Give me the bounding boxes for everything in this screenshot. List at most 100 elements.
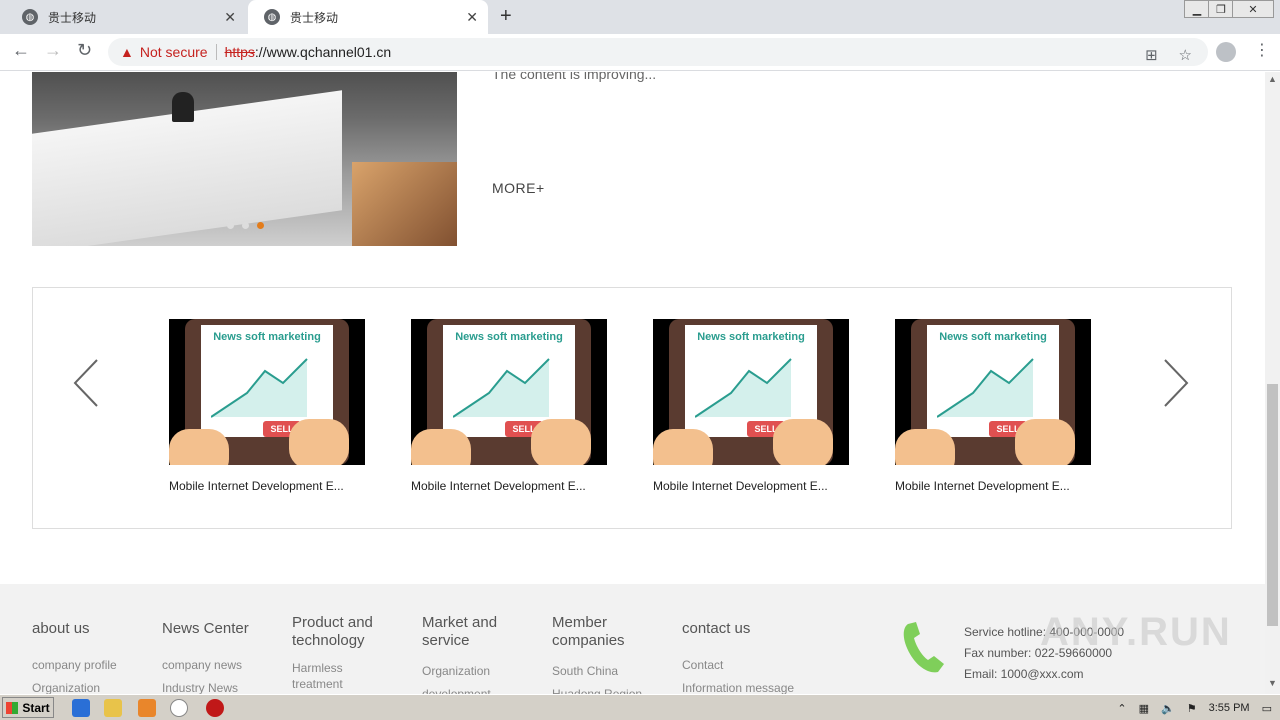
- tab-title: 贵士移动: [48, 10, 97, 25]
- footer-link[interactable]: Industry News: [162, 677, 292, 694]
- reload-icon[interactable]: ↻: [77, 40, 92, 61]
- scroll-up-icon[interactable]: ▲: [1268, 74, 1277, 84]
- footer-column-members: Member companies South China Huadong Reg…: [552, 614, 662, 694]
- footer-link[interactable]: Huadong Region: [552, 683, 662, 694]
- star-icon[interactable]: ☆: [1179, 47, 1192, 64]
- address-bar[interactable]: ▲ Not secure https://www.qchannel01.cn ⊞…: [108, 38, 1208, 66]
- news-card[interactable]: News soft marketing SELL Mobile Internet…: [895, 319, 1091, 493]
- start-button[interactable]: Start: [2, 697, 54, 718]
- footer-link[interactable]: development: [422, 683, 517, 694]
- translate-icon[interactable]: ⊞: [1145, 47, 1158, 64]
- footer-column-market: Market and service Organization developm…: [422, 614, 517, 694]
- footer-link[interactable]: company profile: [32, 654, 162, 677]
- media-player-icon[interactable]: [138, 699, 156, 717]
- footer-link[interactable]: Information message: [682, 677, 802, 694]
- hand-graphic: [169, 429, 229, 465]
- news-caption[interactable]: Mobile Internet Development E...: [895, 479, 1091, 493]
- news-card[interactable]: News soft marketing SELL Mobile Internet…: [411, 319, 607, 493]
- news-caption[interactable]: Mobile Internet Development E...: [653, 479, 849, 493]
- network-icon[interactable]: ▦: [1139, 702, 1149, 715]
- hand-graphic: [289, 419, 349, 465]
- hand-graphic: [1015, 419, 1075, 465]
- news-carousel: News soft marketing SELL Mobile Internet…: [32, 287, 1232, 529]
- flag-icon[interactable]: ⚑: [1187, 702, 1197, 715]
- carousel-prev-icon[interactable]: [71, 358, 101, 408]
- close-tab-icon[interactable]: ✕: [466, 9, 478, 26]
- news-caption[interactable]: Mobile Internet Development E...: [411, 479, 607, 493]
- tab-strip: ◍ 贵士移动 ✕ ◍ 贵士移动 ✕ + ▁ ❐ ✕: [0, 0, 1280, 34]
- scroll-down-icon[interactable]: ▼: [1268, 678, 1277, 688]
- close-tab-icon[interactable]: ✕: [224, 9, 236, 26]
- slider-dot-active[interactable]: [257, 222, 264, 229]
- footer-heading[interactable]: Market and service: [422, 614, 517, 650]
- back-arrow-icon[interactable]: ←: [12, 40, 30, 61]
- show-desktop-icon[interactable]: ▭: [1262, 702, 1272, 715]
- clock[interactable]: 3:55 PM: [1209, 702, 1250, 714]
- menu-kebab-icon[interactable]: ⋮: [1254, 40, 1270, 60]
- carousel-next-icon[interactable]: [1161, 358, 1191, 408]
- forward-arrow-icon[interactable]: →: [44, 40, 62, 61]
- footer-heading[interactable]: Member companies: [552, 614, 662, 650]
- close-window-button[interactable]: ✕: [1232, 0, 1274, 18]
- browser-tab-1[interactable]: ◍ 贵士移动 ✕: [6, 0, 246, 34]
- footer-link[interactable]: Organization: [422, 660, 517, 683]
- hand-graphic: [411, 429, 471, 465]
- news-card[interactable]: News soft marketing SELL Mobile Internet…: [653, 319, 849, 493]
- page-scrollbar[interactable]: ▲ ▼: [1265, 72, 1280, 694]
- anyrun-watermark: ANY.RUN: [1040, 610, 1232, 654]
- growth-chart-icon: [211, 358, 308, 418]
- security-label: Not secure: [139, 44, 208, 60]
- footer-heading[interactable]: contact us: [682, 614, 802, 644]
- hand-graphic: [773, 419, 833, 465]
- news-card[interactable]: News soft marketing SELL Mobile Internet…: [169, 319, 365, 493]
- omnibox-icons: ⊞ ☆: [1145, 46, 1192, 64]
- thumbnail-headline: News soft marketing: [939, 331, 1047, 343]
- hand-graphic: [653, 429, 713, 465]
- scrollbar-thumb[interactable]: [1267, 384, 1278, 626]
- footer-column-product: Product and technology Harmless treatmen…: [292, 614, 387, 692]
- new-tab-button[interactable]: +: [500, 5, 512, 28]
- footer-link[interactable]: Contact: [682, 654, 802, 677]
- tray-expand-icon[interactable]: ⌃: [1117, 702, 1126, 715]
- footer-link[interactable]: Organization: [32, 677, 162, 694]
- receptionist: [172, 92, 194, 122]
- footer-heading[interactable]: News Center: [162, 614, 292, 644]
- slider-dot[interactable]: [227, 222, 234, 229]
- news-thumbnail: News soft marketing SELL: [653, 319, 849, 465]
- browser-tab-2[interactable]: ◍ 贵士移动 ✕: [248, 0, 488, 34]
- site-footer: about us company profile Organization Ne…: [0, 584, 1265, 694]
- footer-column-news: News Center company news Industry News: [162, 614, 292, 694]
- thumbnail-headline: News soft marketing: [697, 331, 805, 343]
- news-caption[interactable]: Mobile Internet Development E...: [169, 479, 365, 493]
- slider-dots: [227, 222, 264, 229]
- chrome-icon[interactable]: [170, 699, 188, 717]
- phone-icon: [903, 622, 944, 673]
- warning-icon: ▲: [120, 44, 134, 60]
- news-thumbnail: News soft marketing SELL: [169, 319, 365, 465]
- growth-chart-icon: [695, 358, 792, 418]
- security-app-icon[interactable]: [206, 699, 224, 717]
- intro-text: The content is improving...: [492, 72, 657, 82]
- footer-link[interactable]: South China: [552, 660, 662, 683]
- footer-heading[interactable]: Product and technology: [292, 614, 387, 650]
- slider-dot[interactable]: [242, 222, 249, 229]
- globe-icon: ◍: [22, 9, 38, 25]
- internet-explorer-icon[interactable]: [72, 699, 90, 717]
- more-link[interactable]: MORE+: [492, 180, 545, 196]
- footer-link[interactable]: Harmless treatment: [292, 660, 387, 692]
- thumbnail-headline: News soft marketing: [213, 331, 321, 343]
- minimize-button[interactable]: ▁: [1184, 0, 1210, 18]
- footer-heading[interactable]: about us: [32, 614, 162, 644]
- volume-icon[interactable]: 🔈: [1161, 702, 1175, 715]
- url-scheme: https: [224, 44, 255, 60]
- email-address[interactable]: Email: 1000@xxx.com: [964, 664, 1124, 685]
- news-thumbnail: News soft marketing SELL: [411, 319, 607, 465]
- start-label: Start: [22, 700, 50, 715]
- growth-chart-icon: [453, 358, 550, 418]
- profile-avatar-icon[interactable]: [1216, 42, 1236, 62]
- maximize-button[interactable]: ❐: [1208, 0, 1234, 18]
- footer-link[interactable]: company news: [162, 654, 292, 677]
- system-tray: ⌃ ▦ 🔈 ⚑ 3:55 PM ▭: [1109, 697, 1280, 719]
- file-explorer-icon[interactable]: [104, 699, 122, 717]
- url-rest: ://www.qchannel01.cn: [254, 44, 392, 60]
